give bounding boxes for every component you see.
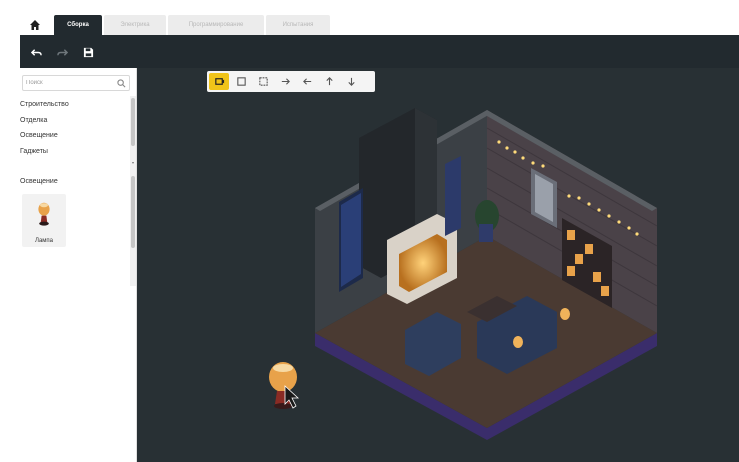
room-scene[interactable] xyxy=(137,68,739,462)
move-up-button[interactable] xyxy=(319,73,339,90)
save-button[interactable] xyxy=(80,44,96,60)
undo-icon xyxy=(30,48,42,56)
tab-assembly[interactable]: Сборка xyxy=(54,15,102,35)
view-outline-icon xyxy=(258,77,268,86)
category-gadgets[interactable]: Гаджеты xyxy=(20,148,48,155)
redo-icon xyxy=(56,48,68,56)
view-outline-button[interactable] xyxy=(253,73,273,90)
move-left-button[interactable] xyxy=(297,73,317,90)
category-lighting[interactable]: Освещение xyxy=(20,132,58,139)
tab-bar: Сборка Электрика Программирование Испыта… xyxy=(20,0,739,35)
view-square-button[interactable] xyxy=(231,73,251,90)
arrow-down-icon xyxy=(347,77,355,86)
arrow-left-icon xyxy=(302,78,311,85)
view-front-icon xyxy=(214,78,224,85)
view-square-icon xyxy=(236,77,246,86)
arrow-up-icon xyxy=(325,77,333,86)
save-icon xyxy=(83,47,93,57)
view-front-button[interactable] xyxy=(209,73,229,90)
item-label-lamp: Лампа xyxy=(35,238,53,244)
category-scroll-thumb[interactable] xyxy=(131,98,135,146)
search-input[interactable] xyxy=(23,80,113,86)
arrow-right-icon xyxy=(281,78,290,85)
tab-electrics[interactable]: Электрика xyxy=(104,15,166,35)
view-toolbar xyxy=(207,71,375,92)
items-scroll-thumb[interactable] xyxy=(131,176,135,248)
item-card-lamp[interactable]: Лампа xyxy=(22,194,66,247)
category-finishing[interactable]: Отделка xyxy=(20,117,47,124)
tab-testing[interactable]: Испытания xyxy=(266,15,330,35)
category-construction[interactable]: Строительство xyxy=(20,101,69,108)
section-label: Освещение xyxy=(20,178,58,185)
search-box[interactable] xyxy=(22,75,130,91)
scroll-down-icon[interactable]: ▾ xyxy=(131,160,135,165)
library-sidebar: Строительство Отделка Освещение Гаджеты … xyxy=(20,68,137,462)
home-tab[interactable] xyxy=(24,15,46,35)
search-icon[interactable] xyxy=(117,79,126,88)
undo-button[interactable] xyxy=(28,44,44,60)
toolbar xyxy=(20,35,739,68)
lamp-icon xyxy=(38,202,50,226)
tab-programming[interactable]: Программирование xyxy=(168,15,264,35)
app-window: Сборка Электрика Программирование Испыта… xyxy=(0,0,739,462)
3d-viewport[interactable] xyxy=(137,68,739,462)
home-icon xyxy=(30,20,40,30)
redo-button[interactable] xyxy=(54,44,70,60)
move-right-button[interactable] xyxy=(275,73,295,90)
move-down-button[interactable] xyxy=(341,73,361,90)
